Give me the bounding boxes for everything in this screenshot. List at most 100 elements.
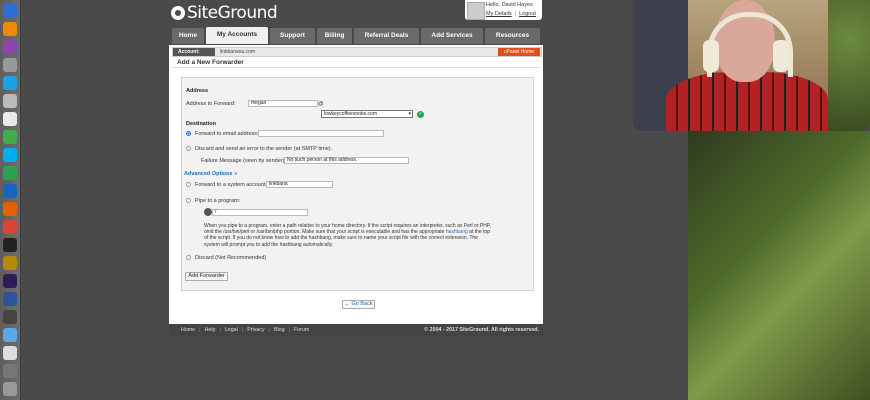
finder-icon[interactable] xyxy=(3,4,17,18)
user-greeting: Hello, David Hayes xyxy=(486,2,533,8)
footer-link-legal[interactable]: Legal xyxy=(225,327,238,333)
firefox-icon[interactable] xyxy=(3,202,17,216)
footer-link-home[interactable]: Home xyxy=(181,327,195,333)
desktop-wallpaper xyxy=(688,131,870,400)
tab-home[interactable]: Home xyxy=(172,28,204,44)
account-label: Account: xyxy=(173,48,215,56)
advanced-options-link[interactable]: Advanced Options » xyxy=(184,171,237,177)
pipe-help-note: When you pipe to a program, enter a path… xyxy=(204,223,514,248)
separator: | xyxy=(288,327,290,333)
go-back-button[interactable]: ← Go Back xyxy=(342,300,375,309)
home-folder-icon xyxy=(204,208,212,216)
pipe-program-input[interactable]: / xyxy=(212,209,308,216)
copyright: © 2004 - 2017 SiteGround. All rights res… xyxy=(424,327,539,333)
discard-radio[interactable] xyxy=(186,255,191,260)
add-forwarder-button[interactable]: Add Forwarder xyxy=(185,272,228,281)
separator: | xyxy=(268,327,270,333)
main-nav: Home My Accounts Support Billing Referra… xyxy=(169,27,543,44)
note-line-3: of the script. If you do not know how to… xyxy=(204,235,478,242)
system-account-input[interactable]: linkbana xyxy=(266,181,333,188)
pipe-program-radio[interactable] xyxy=(186,198,191,203)
app-icon[interactable] xyxy=(3,184,17,198)
webcam-overlay xyxy=(633,0,870,131)
account-bar: Account: linkbanana.com cPanel Home xyxy=(172,47,542,57)
note-text: omit the /usr/bin/perl or /usr/bin/php p… xyxy=(204,229,445,236)
siteground-logo[interactable]: SiteGround xyxy=(171,3,278,23)
hashbang-link[interactable]: hashbang xyxy=(446,229,468,235)
headphone-cup xyxy=(703,40,719,72)
tab-support[interactable]: Support xyxy=(270,28,315,44)
address-to-forward-label: Address to Forward: xyxy=(186,101,236,107)
domain-select[interactable]: lowkeycoffeesnobs.com ▾ xyxy=(321,110,413,118)
forward-email-radio[interactable] xyxy=(186,131,191,136)
terminal-icon[interactable] xyxy=(3,238,17,252)
app-icon[interactable] xyxy=(3,346,17,360)
my-details-link[interactable]: My Details xyxy=(486,11,512,17)
app-icon[interactable] xyxy=(3,310,17,324)
headphone-cup xyxy=(773,40,789,72)
chrome-icon[interactable] xyxy=(3,220,17,234)
separator: | xyxy=(514,11,517,17)
app-icon[interactable] xyxy=(3,112,17,126)
forward-email-label: Forward to email address: xyxy=(195,131,259,137)
footer-link-help[interactable]: Help xyxy=(205,327,216,333)
footer-links: Home | Help | Legal | Privacy | Blog | Forum xyxy=(181,324,309,336)
logo-text: SiteGround xyxy=(187,3,278,23)
note-text: at the top xyxy=(469,229,491,236)
page-body: Account: linkbanana.com cPanel Home Add … xyxy=(169,45,543,324)
site-footer: Home | Help | Legal | Privacy | Blog | Forum © 200… xyxy=(169,324,543,336)
discard-error-label: Discard and send an error to the sender … xyxy=(195,146,333,152)
app-icon[interactable] xyxy=(3,364,17,378)
user-links: My Details | Logout xyxy=(486,11,536,17)
app-icon[interactable] xyxy=(3,58,17,72)
macos-dock xyxy=(0,0,21,400)
destination-heading: Destination xyxy=(186,121,216,127)
folder-icon[interactable] xyxy=(3,328,17,342)
tab-add-services[interactable]: Add Services xyxy=(421,28,483,44)
separator: | xyxy=(199,327,201,333)
app-icon[interactable] xyxy=(3,166,17,180)
account-name: linkbanana.com xyxy=(220,49,256,55)
siteground-page: SiteGround Hello, David Hayes My Details… xyxy=(169,0,543,336)
separator: | xyxy=(241,327,244,333)
webcam-plant xyxy=(828,0,870,131)
tab-resources[interactable]: Resources xyxy=(485,28,540,44)
failure-message-label: Failure Message (seen by sender): xyxy=(201,158,286,164)
app-icon[interactable] xyxy=(3,76,17,90)
failure-message-input[interactable]: No such person at this address. xyxy=(284,157,409,164)
address-heading: Address xyxy=(186,88,209,94)
app-icon[interactable] xyxy=(3,256,17,270)
site-header: SiteGround Hello, David Hayes My Details… xyxy=(169,0,543,45)
app-icon[interactable] xyxy=(3,382,17,396)
user-box: Hello, David Hayes My Details | Logout xyxy=(465,0,542,20)
tab-my-accounts[interactable]: My Accounts xyxy=(206,27,268,44)
address-to-forward-input[interactable]: megan xyxy=(248,100,318,107)
system-account-radio[interactable] xyxy=(186,182,191,187)
at-sign: @ xyxy=(318,101,324,107)
note-line-4: system will prompt you to add the hashba… xyxy=(204,241,334,248)
photoshop-icon[interactable] xyxy=(3,274,17,288)
skype-icon[interactable] xyxy=(3,148,17,162)
divider xyxy=(172,67,540,68)
cpanel-home-button[interactable]: cPanel Home xyxy=(498,48,540,56)
logout-link[interactable]: Logout xyxy=(519,11,536,17)
tab-billing[interactable]: Billing xyxy=(317,28,352,44)
tab-referral-deals[interactable]: Referral Deals xyxy=(354,28,419,44)
pipe-program-label: Pipe to a program: xyxy=(195,198,241,204)
footer-link-forum[interactable]: Forum xyxy=(294,327,309,333)
word-icon[interactable] xyxy=(3,292,17,306)
app-icon[interactable] xyxy=(3,94,17,108)
domain-select-value: lowkeycoffeesnobs.com xyxy=(324,111,377,117)
vlc-icon[interactable] xyxy=(3,22,17,36)
app-icon[interactable] xyxy=(3,40,17,54)
chevron-down-icon: ▾ xyxy=(408,111,411,117)
logo-swirl-icon xyxy=(171,6,185,20)
discard-error-radio[interactable] xyxy=(186,146,191,151)
system-account-label: Forward to a system account: xyxy=(195,182,268,188)
messages-icon[interactable] xyxy=(3,130,17,144)
discard-label: Discard (Not Recommended) xyxy=(195,255,267,261)
footer-link-blog[interactable]: Blog xyxy=(274,327,285,333)
forward-email-input[interactable] xyxy=(258,130,384,137)
page-title: Add a New Forwarder xyxy=(177,59,244,66)
footer-link-privacy[interactable]: Privacy xyxy=(247,327,264,333)
